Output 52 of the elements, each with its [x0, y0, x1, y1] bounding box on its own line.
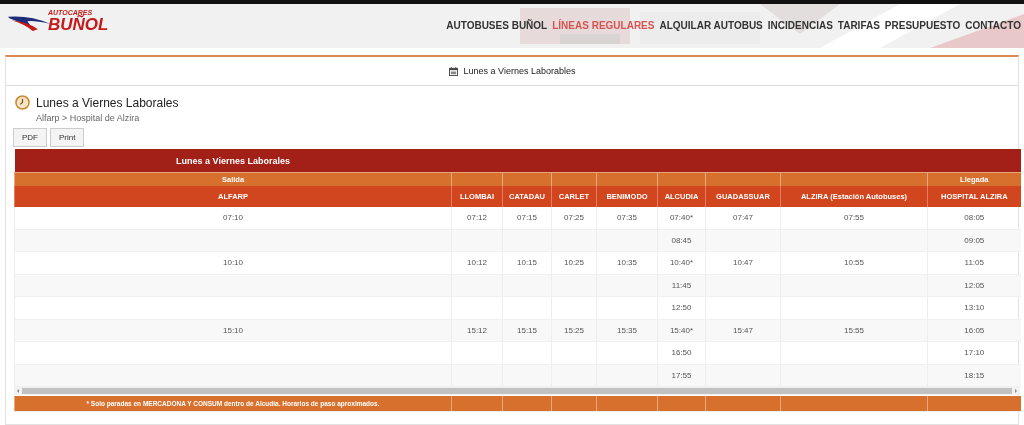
table-cell: 07:47: [705, 207, 781, 229]
logo-text: BUÑOL: [48, 16, 109, 33]
table-cell: 08:05: [927, 207, 1021, 229]
table-cell: 10:47: [705, 251, 781, 274]
table-cell: 12:05: [927, 274, 1021, 297]
table-cell: 10:15: [502, 251, 552, 274]
horizontal-scrollbar[interactable]: [14, 387, 1020, 395]
table-cell: 07:10: [14, 207, 452, 229]
table-cell: 15:55: [780, 319, 928, 342]
table-cell: 13:10: [927, 296, 1021, 319]
table-cell: 18:15: [927, 364, 1021, 387]
nav-link[interactable]: TARIFAS: [837, 19, 880, 31]
scrollbar-thumb[interactable]: [22, 388, 1012, 394]
nav-link[interactable]: ALQUILAR AUTOBUS: [659, 19, 763, 31]
table-cell: 07:35: [596, 207, 658, 229]
table-cell: 07:55: [780, 207, 928, 229]
table-cell: 11:05: [927, 251, 1021, 274]
table-cell: 12:50: [657, 296, 706, 319]
table-cell: 15:40*: [657, 319, 706, 342]
table-cell: 10:12: [451, 251, 503, 274]
nav-link[interactable]: PRESUPUESTO: [884, 19, 961, 31]
table-cell: 10:40*: [657, 251, 706, 274]
table-cell: 10:35: [596, 251, 658, 274]
export-button[interactable]: Print: [50, 128, 85, 147]
table-cell: 07:40*: [657, 207, 706, 229]
calendar-icon: [448, 66, 458, 76]
table-cell: 11:45: [657, 274, 706, 297]
table-cell: 07:12: [451, 207, 503, 229]
nav-link[interactable]: AUTOBUSES BUÑOL: [446, 19, 548, 31]
table-cell: 08:45: [657, 229, 706, 252]
table-cell: 16:05: [927, 319, 1021, 342]
table-cell: 17:10: [927, 341, 1021, 364]
table-cell: 15:47: [705, 319, 781, 342]
schedule-tab[interactable]: Lunes a Viernes Laborables: [442, 62, 582, 80]
table-cell: 17:55: [657, 364, 706, 387]
table-cell: 16:50: [657, 341, 706, 364]
table-cell: 15:10: [14, 319, 452, 342]
table-cell: 15:35: [596, 319, 658, 342]
table-cell: 15:12: [451, 319, 503, 342]
table-cell: 10:25: [551, 251, 597, 274]
table-cell: 10:55: [780, 251, 928, 274]
schedule-title: Lunes a Viernes Laborales: [36, 95, 179, 110]
table-title: Lunes a Viernes Laborales: [14, 149, 1021, 173]
table-cell: 09:05: [927, 229, 1021, 252]
table-cell: 07:15: [502, 207, 552, 229]
table-cell: 07:25: [551, 207, 597, 229]
table-cell: 15:15: [502, 319, 552, 342]
table-cell: 10:10: [14, 251, 452, 274]
export-button[interactable]: PDF: [13, 128, 47, 147]
clock-icon: [15, 95, 30, 110]
breadcrumb: Alfarp > Hospital de Alzira: [35, 112, 141, 123]
table-cell: 15:25: [551, 319, 597, 342]
